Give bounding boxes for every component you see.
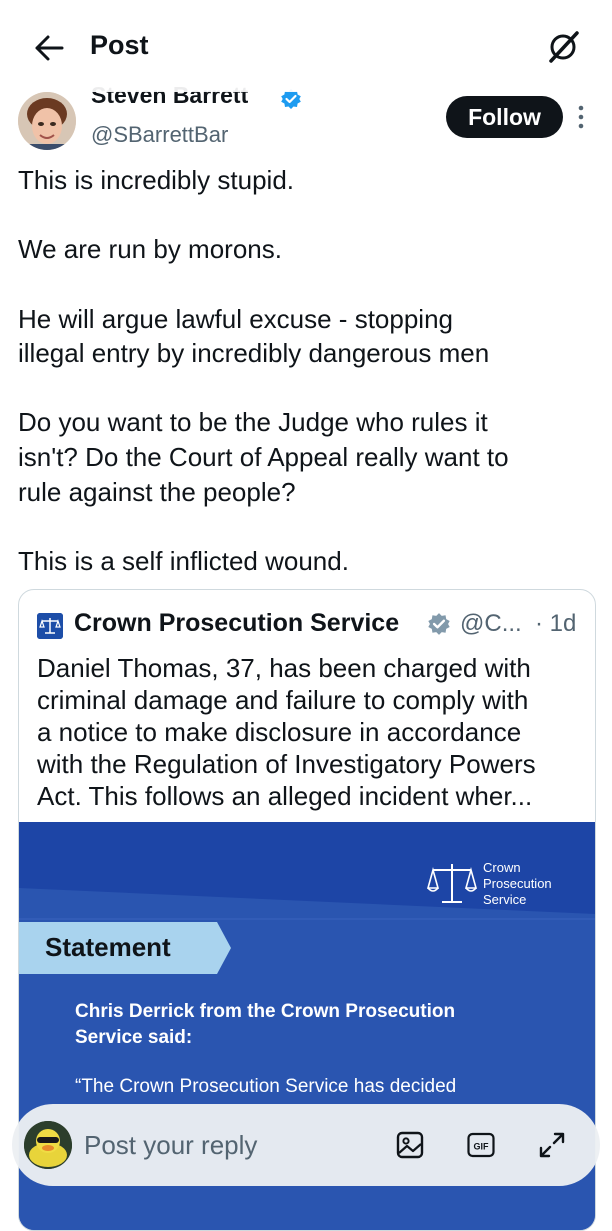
reply-composer-bar: Post your reply GIF — [12, 1104, 600, 1186]
tweet-text-line: rule against the people? — [18, 477, 296, 507]
cps-logo-text: Crown Prosecution Service — [483, 860, 552, 908]
quoted-author-name: Crown Prosecution Service — [74, 609, 400, 637]
more-vertical-icon[interactable] — [576, 104, 586, 130]
tweet-text-line: This is incredibly stupid. — [18, 165, 294, 195]
cps-logo-icon — [37, 613, 63, 639]
expand-icon[interactable] — [538, 1131, 566, 1159]
quoted-text-line: with the Regulation of Investigatory Pow… — [37, 749, 536, 779]
cps-logo-line: Crown — [483, 860, 521, 875]
author-avatar[interactable] — [18, 92, 76, 150]
media-quote-text: “The Crown Prosecution Service has decid… — [75, 1076, 457, 1097]
avatar-photo — [18, 92, 76, 150]
statement-tag-label: Statement — [45, 932, 171, 962]
quoted-text-line: criminal damage and failure to comply wi… — [37, 685, 529, 715]
quoted-text-line: a notice to make disclosure in accordanc… — [37, 717, 522, 747]
image-icon[interactable] — [396, 1131, 424, 1159]
cps-logo-line: Prosecution — [483, 876, 552, 891]
quoted-timestamp: · 1d — [535, 610, 577, 637]
user-avatar[interactable] — [24, 1121, 72, 1169]
follow-button[interactable]: Follow — [446, 96, 563, 138]
media-speaker-line: Service said: — [75, 1027, 193, 1048]
duck-avatar-image — [24, 1121, 72, 1169]
tweet-text-line: He will argue lawful excuse - stopping — [18, 304, 453, 334]
tweet-text-line: Do you want to be the Judge who rules it — [18, 407, 488, 437]
media-speaker-line: Chris Derrick from the Crown Prosecution — [75, 1001, 456, 1022]
quoted-text-line: Daniel Thomas, 37, has been charged with — [37, 653, 531, 683]
tweet-text-line: We are run by morons. — [18, 234, 282, 264]
verified-org-badge-icon — [428, 613, 450, 635]
gif-button[interactable]: GIF — [467, 1132, 495, 1158]
reply-input[interactable]: Post your reply — [84, 1130, 257, 1161]
page-title: Post — [90, 30, 149, 60]
top-bar: Post — [0, 0, 612, 92]
grok-icon[interactable] — [546, 30, 580, 64]
back-arrow-icon[interactable] — [34, 34, 64, 62]
cps-logo-line: Service — [483, 892, 527, 907]
quoted-author-handle: @C... — [460, 610, 522, 637]
gif-label: GIF — [474, 1142, 490, 1152]
tweet-text-line: illegal entry by incredibly dangerous me… — [18, 338, 490, 368]
tweet-text-line: isn't? Do the Court of Appeal really wan… — [18, 442, 509, 472]
quoted-text-line: Act. This follows an alleged incident wh… — [37, 781, 533, 811]
scales-of-justice-icon — [427, 864, 477, 903]
gif-icon: GIF — [467, 1132, 495, 1158]
media-speaker-text: Chris Derrick from the Crown Prosecution… — [75, 999, 455, 1051]
tweet-text-line: This is a self inflicted wound. — [18, 546, 349, 576]
author-handle[interactable]: @SBarrettBar — [91, 122, 228, 148]
